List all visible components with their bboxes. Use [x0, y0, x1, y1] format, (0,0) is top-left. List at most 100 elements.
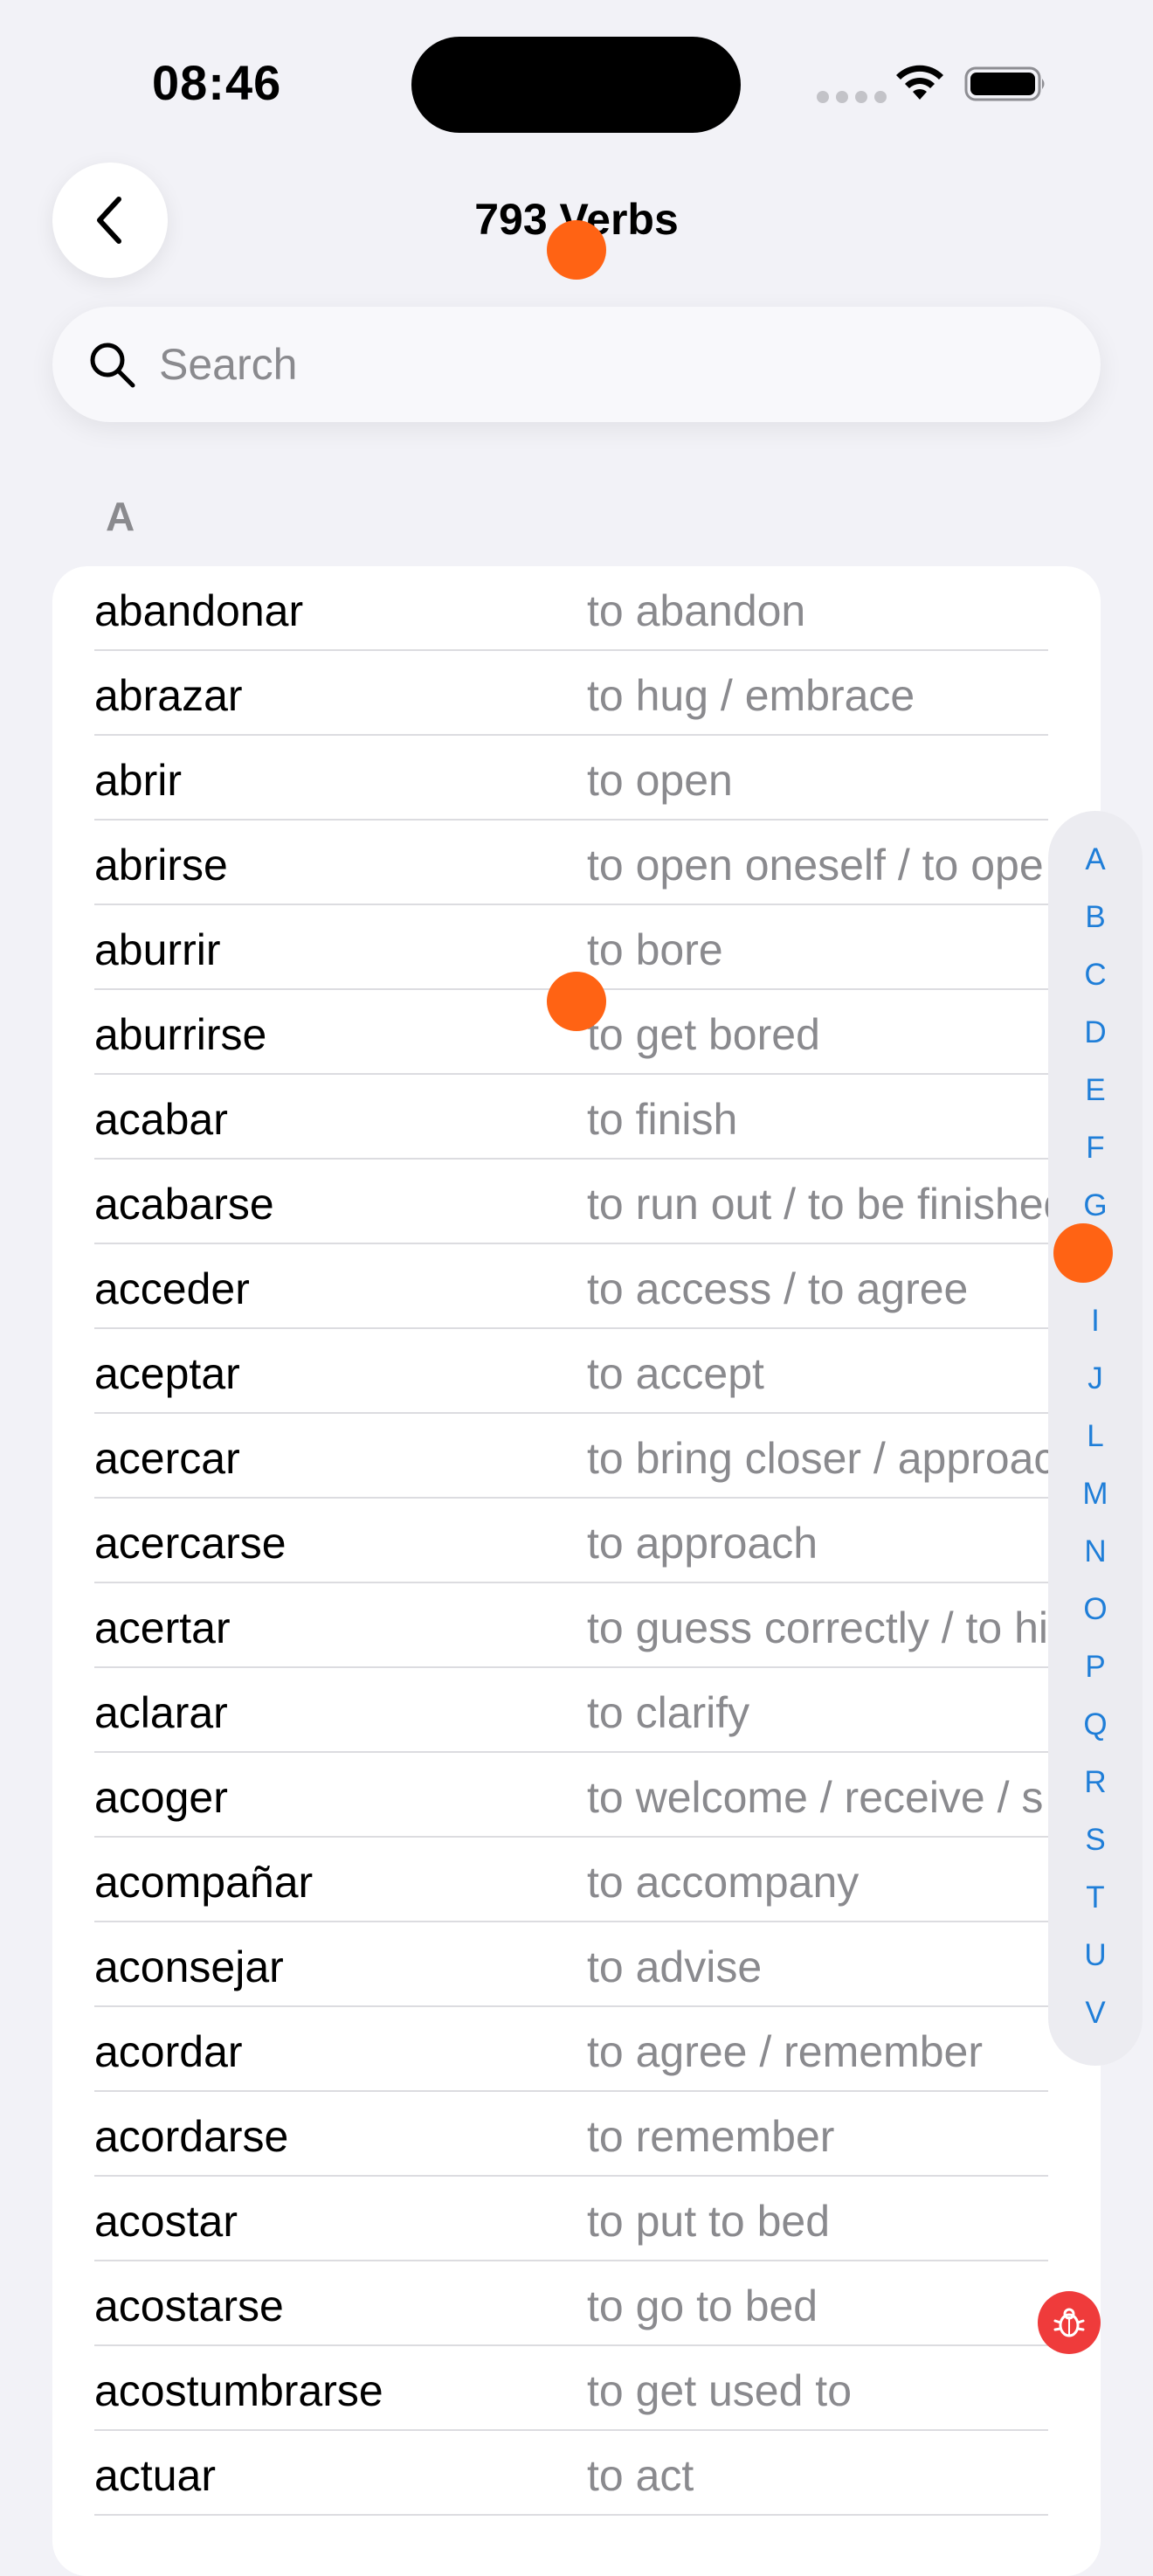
list-item[interactable]: acordar to agree / remember — [52, 2007, 1101, 2092]
search-icon — [90, 343, 135, 388]
list-item[interactable]: aconsejar to advise — [52, 1922, 1101, 2007]
touch-marker — [547, 972, 606, 1031]
verb-english: to get bored — [587, 1010, 820, 1059]
touch-marker — [547, 220, 606, 280]
list-item[interactable]: acercarse to approach — [52, 1499, 1101, 1583]
status-time: 08:46 — [152, 55, 282, 110]
list-item[interactable]: acordarse to remember — [52, 2092, 1101, 2177]
cellular-signal-icon — [817, 91, 887, 103]
debug-button[interactable] — [1038, 2291, 1101, 2354]
verb-english: to approach — [587, 1519, 818, 1568]
verb-english: to accompany — [587, 1858, 860, 1907]
list-item[interactable]: aclarar to clarify — [52, 1668, 1101, 1753]
index-letter-t[interactable]: T — [1048, 1880, 1143, 1915]
verb-spanish: aburrir — [94, 925, 221, 974]
index-letter-a[interactable]: A — [1048, 842, 1143, 877]
verb-english: to guess correctly / to hit the mark — [587, 1603, 1101, 1652]
verb-spanish: acceder — [94, 1264, 250, 1313]
index-letter-u[interactable]: U — [1048, 1938, 1143, 1973]
index-letter-f[interactable]: F — [1048, 1131, 1143, 1166]
index-letter-s[interactable]: S — [1048, 1823, 1143, 1858]
verb-english: to advise — [587, 1942, 763, 1991]
verb-spanish: acompañar — [94, 1858, 314, 1907]
verb-english: to run out / to be finished — [587, 1180, 1068, 1229]
list-item[interactable]: acabar to finish — [52, 1075, 1101, 1160]
bug-icon — [1053, 2308, 1085, 2337]
list-item[interactable]: acostumbrarse to get used to — [52, 2346, 1101, 2431]
index-letter-r[interactable]: R — [1048, 1765, 1143, 1800]
index-letter-p[interactable]: P — [1048, 1650, 1143, 1685]
index-letter-n[interactable]: N — [1048, 1534, 1143, 1569]
verb-spanish: abandonar — [94, 586, 304, 635]
verb-spanish: aceptar — [94, 1349, 240, 1398]
verb-english: to open — [587, 756, 733, 805]
verb-english: to welcome / receive / shelter — [587, 1773, 1101, 1822]
list-item[interactable]: actuar to act — [52, 2431, 1101, 2516]
touch-marker — [1053, 1223, 1113, 1283]
verb-spanish: acercarse — [94, 1519, 287, 1568]
search-field[interactable] — [52, 307, 1101, 422]
verb-spanish: acostar — [94, 2197, 238, 2246]
index-letter-e[interactable]: E — [1048, 1073, 1143, 1108]
list-item[interactable]: abrazar to hug / embrace — [52, 651, 1101, 736]
list-item[interactable]: acercar to bring closer / approach — [52, 1414, 1101, 1499]
verb-spanish: acabarse — [94, 1180, 274, 1229]
verb-english: to act — [587, 2451, 694, 2500]
verb-spanish: acostarse — [94, 2282, 284, 2330]
index-letter-b[interactable]: B — [1048, 900, 1143, 935]
verb-spanish: acabar — [94, 1095, 228, 1144]
verb-english: to finish — [587, 1095, 738, 1144]
status-bar: 08:46 — [0, 0, 1153, 166]
list-item[interactable]: aceptar to accept — [52, 1329, 1101, 1414]
list-item[interactable]: acostarse to go to bed — [52, 2261, 1101, 2346]
verb-spanish: acostumbrarse — [94, 2366, 383, 2415]
index-letter-i[interactable]: I — [1048, 1304, 1143, 1339]
wifi-icon — [896, 65, 943, 100]
verb-english: to go to bed — [587, 2282, 818, 2330]
index-letter-v[interactable]: V — [1048, 1996, 1143, 2031]
verb-english: to put to bed — [587, 2197, 831, 2246]
list-item[interactable]: acompañar to accompany — [52, 1838, 1101, 1922]
list-item[interactable]: acostar to put to bed — [52, 2177, 1101, 2261]
verb-english: to accept — [587, 1349, 764, 1398]
search-input[interactable] — [157, 338, 1034, 391]
verb-spanish: abrir — [94, 756, 183, 805]
verb-spanish: acertar — [94, 1603, 231, 1652]
verb-spanish: aconsejar — [94, 1942, 284, 1991]
index-letter-d[interactable]: D — [1048, 1015, 1143, 1050]
section-header: A — [106, 494, 135, 539]
verb-spanish: aclarar — [94, 1688, 228, 1737]
verb-spanish: acordarse — [94, 2112, 289, 2161]
index-letter-g[interactable]: G — [1048, 1188, 1143, 1223]
verb-english: to hug / embrace — [587, 671, 915, 720]
index-letter-l[interactable]: L — [1048, 1419, 1143, 1454]
verb-spanish: abrazar — [94, 671, 243, 720]
list-item[interactable]: acertar to guess correctly / to hit the … — [52, 1583, 1101, 1668]
verb-spanish: aburrirse — [94, 1010, 267, 1059]
verb-english: to get used to — [587, 2366, 853, 2415]
index-letter-j[interactable]: J — [1048, 1361, 1143, 1396]
list-item[interactable]: acceder to access / to agree — [52, 1244, 1101, 1329]
index-letter-q[interactable]: Q — [1048, 1707, 1143, 1742]
list-item[interactable]: abandonar to abandon — [52, 566, 1101, 651]
index-letter-o[interactable]: O — [1048, 1592, 1143, 1627]
index-letter-m[interactable]: M — [1048, 1477, 1143, 1512]
list-item[interactable]: abrirse to open oneself / to open up — [52, 821, 1101, 905]
verb-spanish: actuar — [94, 2451, 216, 2500]
verb-english: to bring closer / approach — [587, 1434, 1081, 1483]
verb-list: abandonar to abandon abrazar to hug / em… — [52, 566, 1101, 2576]
verb-english: to clarify — [587, 1688, 750, 1737]
list-item[interactable]: acabarse to run out / to be finished — [52, 1160, 1101, 1244]
verb-english: to remember — [587, 2112, 835, 2161]
index-letter-c[interactable]: C — [1048, 958, 1143, 993]
verb-spanish: acoger — [94, 1773, 228, 1822]
list-item[interactable]: acoger to welcome / receive / shelter — [52, 1753, 1101, 1838]
dynamic-island — [411, 37, 741, 133]
alphabet-index[interactable]: A B C D E F G H I J L M N O P Q R S T U … — [1048, 811, 1143, 2066]
verb-spanish: acordar — [94, 2027, 243, 2076]
verb-english: to agree / remember — [587, 2027, 983, 2076]
battery-icon — [964, 66, 1045, 101]
verb-english: to access / to agree — [587, 1264, 969, 1313]
list-item[interactable]: abrir to open — [52, 736, 1101, 821]
verb-spanish: acercar — [94, 1434, 240, 1483]
